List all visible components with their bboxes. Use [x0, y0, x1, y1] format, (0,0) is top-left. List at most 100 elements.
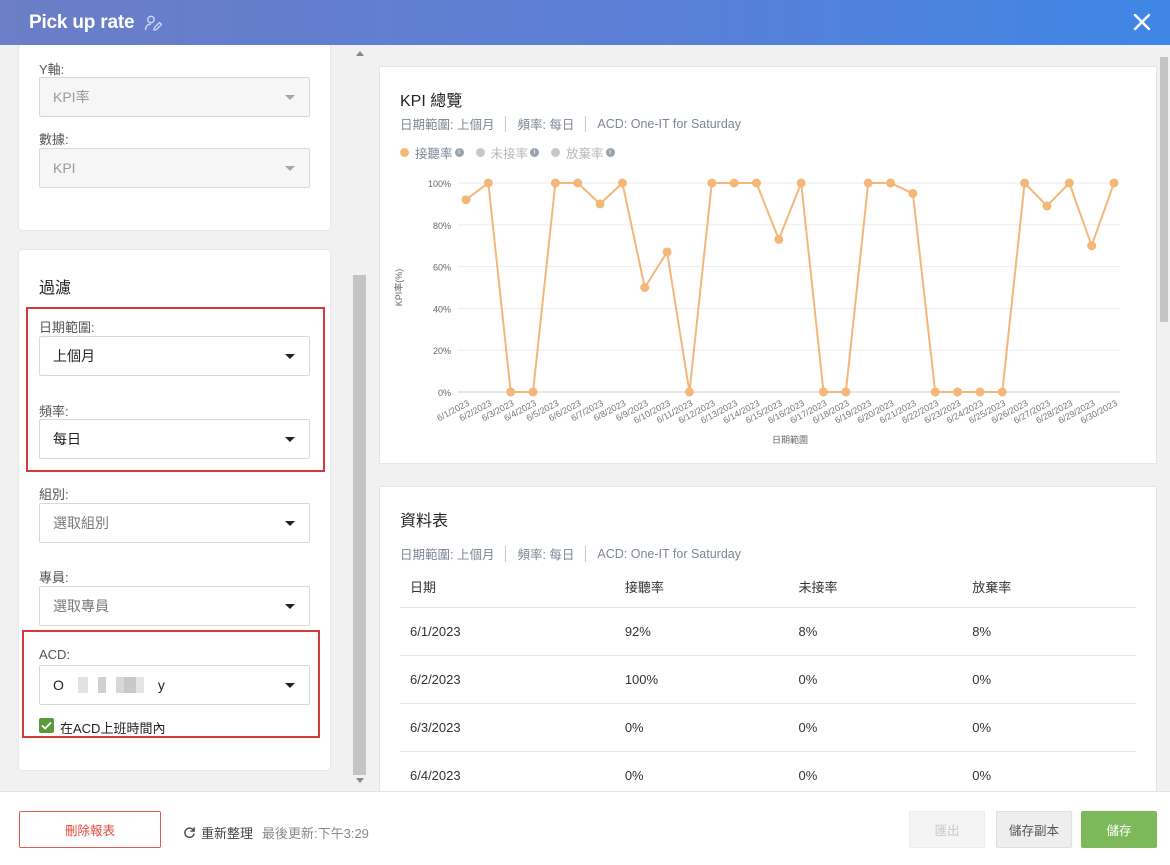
data-point [774, 234, 784, 244]
series-line [465, 180, 1115, 393]
table-title: 資料表 [400, 513, 449, 530]
legend-item-abandoned[interactable]: 放棄率 i [551, 143, 615, 162]
data-point [841, 387, 851, 397]
y-tick-label: 20% [433, 346, 451, 356]
data-point [1109, 178, 1119, 188]
last-updated-text: 最後更新:下午3:29 [262, 826, 369, 841]
info-icon: i [605, 148, 615, 157]
data-point [506, 387, 516, 397]
y-tick-label: 80% [433, 221, 451, 231]
legend-dot [551, 148, 561, 157]
y-tick-label: 100% [428, 179, 451, 189]
chevron-down-icon [285, 95, 295, 100]
legend-label: 未接率 [490, 147, 529, 161]
edit-user-icon[interactable] [144, 14, 163, 32]
divider [505, 545, 507, 562]
table-cell: 0% [788, 655, 963, 704]
y-axis-title: KPI率(%) [393, 269, 404, 307]
agent-placeholder: 選取專員 [53, 598, 109, 614]
group-label: 組別: [39, 487, 69, 502]
acd-label: ACD: [39, 647, 71, 662]
footer-bar: 刪除報表 重新整理 最後更新:下午3:29 匯出 儲存副本 儲存 [0, 791, 1170, 865]
data-point [640, 283, 650, 292]
data-point [819, 387, 829, 397]
chart-title: KPI 總覽 [400, 93, 463, 110]
group-select[interactable]: 選取組別 [39, 503, 310, 543]
chevron-down-icon [285, 166, 295, 171]
meta-acd: ACD: One-IT for Saturday [597, 546, 741, 561]
chevron-down-icon [285, 521, 295, 526]
column-header[interactable]: 日期 [400, 567, 615, 608]
scroll-down-arrow[interactable] [356, 778, 364, 783]
data-point [550, 178, 560, 188]
meta-date-range: 日期範圍: 上個月 [400, 548, 495, 562]
data-point [751, 178, 761, 188]
frequency-value: 每日 [53, 431, 81, 447]
acd-hours-checkbox[interactable] [39, 718, 54, 733]
table-row: 6/1/2023 92% 8% 8% [400, 607, 1136, 656]
date-range-label: 日期範圍: [39, 320, 95, 335]
yaxis-select: KPI率 [39, 77, 310, 117]
delete-report-button[interactable]: 刪除報表 [19, 811, 161, 848]
right-scrollbar[interactable] [1158, 45, 1170, 791]
scroll-up-arrow[interactable] [356, 51, 364, 56]
legend-label: 放棄率 [566, 147, 604, 161]
y-tick-label: 0% [438, 388, 451, 398]
data-point [1064, 178, 1074, 188]
save-button[interactable]: 儲存 [1081, 811, 1157, 848]
date-range-value: 上個月 [53, 348, 95, 364]
info-icon: i [454, 148, 464, 157]
modal-header: Pick up rate [0, 0, 1170, 45]
left-scrollbar[interactable] [352, 45, 368, 791]
divider [505, 115, 507, 132]
x-axis-title: 日期範圍 [772, 434, 808, 445]
refresh-button[interactable]: 重新整理 [183, 823, 253, 842]
data-point [729, 178, 739, 188]
data-point [662, 247, 672, 257]
data-point [953, 387, 963, 397]
table-cell: 0% [788, 703, 963, 752]
data-point [595, 199, 605, 209]
data-point [930, 387, 940, 397]
chevron-down-icon [285, 437, 295, 442]
column-header[interactable]: 放棄率 [962, 567, 1136, 608]
yaxis-value: KPI率 [53, 89, 90, 105]
legend-item-missed[interactable]: 未接率 i [475, 143, 540, 162]
data-point [684, 387, 694, 397]
data-select: KPI [39, 148, 310, 188]
check-icon [41, 721, 52, 730]
table-cell: 0% [614, 703, 789, 752]
column-header[interactable]: 未接率 [788, 567, 963, 608]
date-range-select[interactable]: 上個月 [39, 336, 310, 376]
y-tick-label: 40% [433, 304, 451, 314]
scroll-thumb[interactable] [1160, 57, 1168, 322]
acd-select[interactable]: O y [39, 665, 310, 705]
chart-legend: 接聽率 i 未接率 i 放棄率 i [400, 143, 627, 162]
data-point [707, 178, 717, 188]
chart-meta: 日期範圍: 上個月 頻率: 每日 ACD: One-IT for Saturda… [400, 114, 741, 133]
export-button[interactable]: 匯出 [909, 811, 985, 848]
data-point [573, 178, 583, 188]
close-icon[interactable] [1130, 10, 1154, 34]
agent-select[interactable]: 選取專員 [39, 586, 310, 626]
frequency-select[interactable]: 每日 [39, 419, 310, 459]
data-point [908, 188, 918, 198]
column-header[interactable]: 接聽率 [614, 567, 789, 608]
data-point [1042, 201, 1052, 211]
scroll-thumb[interactable] [353, 275, 366, 775]
data-point [997, 387, 1007, 397]
table-cell: 6/2/2023 [400, 655, 615, 704]
data-point [617, 178, 627, 188]
kpi-chart-card: KPI 總覽 日期範圍: 上個月 頻率: 每日 ACD: One-IT for … [379, 66, 1157, 464]
info-icon: i [530, 148, 540, 157]
legend-dot [400, 148, 409, 157]
group-placeholder: 選取組別 [53, 515, 109, 531]
data-point [975, 387, 985, 397]
data-table: 日期 接聽率 未接率 放棄率 6/1/2023 92% 8% 8% 6/2/20… [400, 567, 1136, 800]
data-point [796, 178, 806, 188]
table-cell: 92% [614, 607, 789, 656]
y-tick-label: 60% [433, 263, 451, 273]
yaxis-label: Y軸: [39, 62, 65, 77]
legend-item-answered[interactable]: 接聽率 i [400, 143, 464, 162]
save-copy-button[interactable]: 儲存副本 [996, 811, 1072, 848]
